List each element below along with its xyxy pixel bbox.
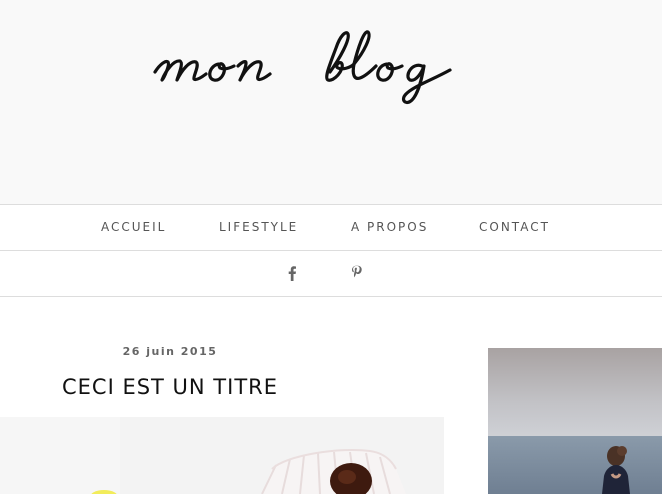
blog-header bbox=[0, 0, 662, 204]
pinterest-icon[interactable] bbox=[351, 265, 365, 281]
sidebar-image[interactable] bbox=[488, 348, 662, 494]
nav-item-accueil[interactable]: ACCUEIL bbox=[101, 220, 166, 234]
nav-item-contact[interactable]: CONTACT bbox=[479, 220, 550, 234]
post-date: 26 juin 2015 bbox=[122, 345, 218, 358]
main-navigation: ACCUEIL LIFESTYLE A PROPOS CONTACT bbox=[0, 204, 662, 251]
post-title[interactable]: CECI EST UN TITRE bbox=[0, 375, 340, 399]
social-links-bar bbox=[0, 251, 662, 297]
blog-logo[interactable] bbox=[150, 22, 500, 112]
nav-item-a-propos[interactable]: A PROPOS bbox=[351, 220, 428, 234]
nav-item-lifestyle[interactable]: LIFESTYLE bbox=[219, 220, 298, 234]
facebook-icon[interactable] bbox=[287, 265, 301, 281]
post-featured-image[interactable] bbox=[0, 417, 444, 494]
